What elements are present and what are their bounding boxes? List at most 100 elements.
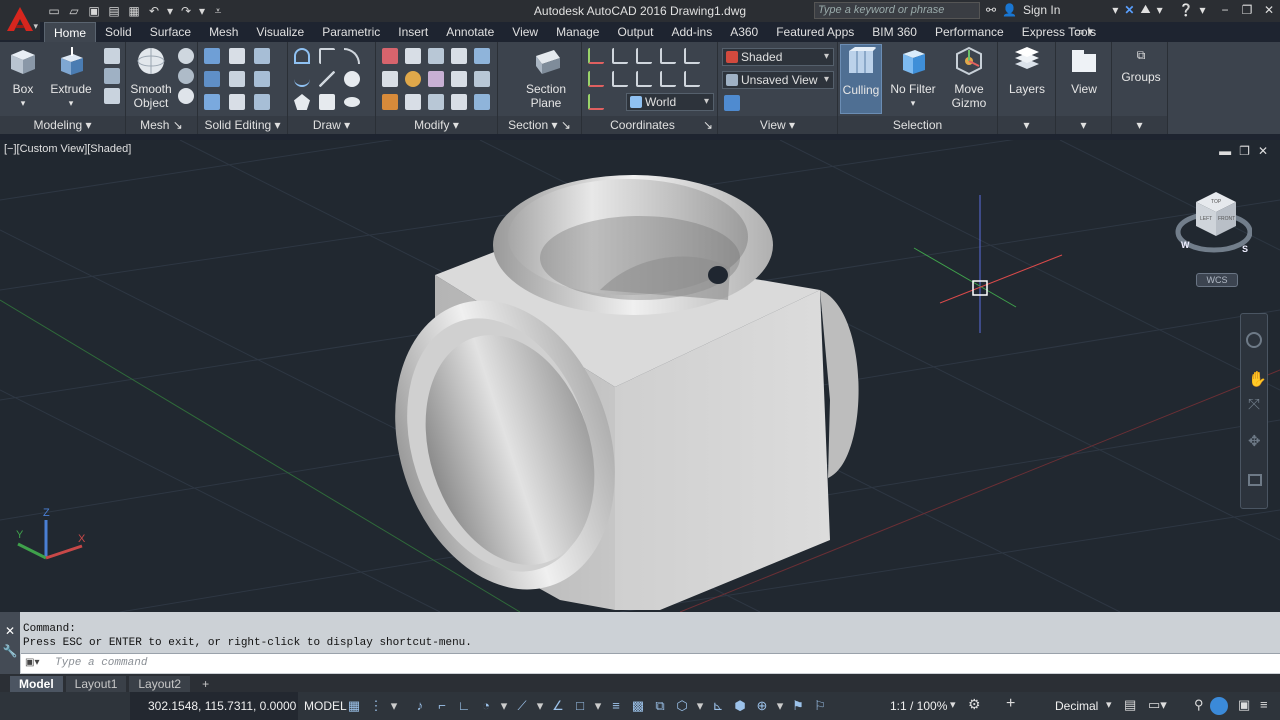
- restore-icon[interactable]: ❐: [1236, 0, 1258, 20]
- circle-icon[interactable]: [344, 71, 360, 87]
- fillet-icon[interactable]: [382, 71, 398, 87]
- save-icon[interactable]: ▣: [86, 3, 102, 19]
- help-icon[interactable]: ❔: [1179, 3, 1194, 17]
- ucs-x-icon[interactable]: [636, 71, 652, 87]
- add-layout-icon[interactable]: +: [193, 676, 218, 692]
- line-icon[interactable]: [319, 48, 335, 64]
- viewport-restore-icon[interactable]: ❐: [1239, 144, 1250, 158]
- tab-insert[interactable]: Insert: [389, 22, 437, 42]
- intersect-icon[interactable]: [204, 94, 220, 110]
- rectangle-icon[interactable]: [319, 94, 335, 110]
- command-line-grip[interactable]: ✕ 🔧: [0, 612, 20, 674]
- viewport-controls-label[interactable]: [−][Custom View][Shaded]: [4, 143, 131, 155]
- ucs-previous-icon[interactable]: [636, 48, 652, 64]
- undo-icon[interactable]: ↶: [146, 3, 162, 19]
- copy-icon[interactable]: [405, 48, 421, 64]
- subtract-icon[interactable]: [204, 71, 220, 87]
- save-as-icon[interactable]: ▤: [106, 3, 122, 19]
- section-panel-label[interactable]: Section ▾ ↘: [498, 116, 581, 134]
- lock-ui-icon[interactable]: ▭▾: [1148, 697, 1167, 713]
- tab-layout2[interactable]: Layout2: [129, 676, 191, 692]
- tab-annotate[interactable]: Annotate: [437, 22, 503, 42]
- ucs-face-icon[interactable]: [660, 48, 676, 64]
- groups-expand-icon[interactable]: ▾: [1112, 116, 1167, 134]
- snap-dropdown-icon[interactable]: ▾: [390, 698, 398, 714]
- ucs-y-icon[interactable]: [660, 71, 676, 87]
- help-dropdown-icon[interactable]: ▾: [1200, 3, 1206, 17]
- trim-icon[interactable]: [382, 48, 398, 64]
- 3d-move-icon[interactable]: [451, 48, 467, 64]
- move-gizmo-button[interactable]: Move Gizmo: [944, 46, 994, 110]
- solid-editing-panel-label[interactable]: Solid Editing ▾: [198, 116, 287, 134]
- union-icon[interactable]: [204, 48, 220, 64]
- section-plane-button[interactable]: Section Plane: [520, 46, 572, 110]
- model-space-toggle[interactable]: MODEL: [300, 692, 351, 720]
- binoculars-icon[interactable]: ⚯: [986, 3, 996, 17]
- customization-icon[interactable]: ≡: [1260, 697, 1268, 712]
- coordinates-panel-label[interactable]: Coordinates ↘: [582, 116, 717, 134]
- undo-dropdown-icon[interactable]: ▾: [166, 3, 174, 19]
- culling-button[interactable]: Culling: [840, 44, 882, 114]
- workspace-switching-icon[interactable]: ⚙: [968, 696, 981, 713]
- extrude-button[interactable]: Extrude ▾: [48, 46, 94, 110]
- dynamic-ucs-icon[interactable]: ⊾: [710, 698, 726, 714]
- offset-icon[interactable]: [405, 94, 421, 110]
- orbit-icon[interactable]: ✥: [1248, 432, 1261, 450]
- grid-icon[interactable]: ▦: [346, 698, 362, 714]
- application-menu-button[interactable]: ▾: [0, 0, 40, 40]
- infer-constraints-icon[interactable]: ♪: [412, 698, 428, 714]
- array-icon[interactable]: [474, 94, 490, 110]
- isodraft-icon[interactable]: ⟋: [514, 698, 530, 714]
- object-snap-tracking-icon[interactable]: ∠: [550, 698, 566, 714]
- clean-screen-icon[interactable]: ▣: [1238, 697, 1250, 713]
- move-icon[interactable]: [428, 48, 444, 64]
- visual-style-dropdown[interactable]: Shaded: [722, 48, 834, 66]
- ucs-world-icon[interactable]: [612, 48, 628, 64]
- dynamic-input-icon[interactable]: ⌐: [434, 698, 450, 714]
- snap-icon[interactable]: ⋮: [368, 698, 384, 714]
- 3d-rotate-icon[interactable]: [451, 71, 467, 87]
- 3d-object-snap-icon[interactable]: ⬡: [674, 698, 690, 714]
- ucs-object-icon[interactable]: [684, 48, 700, 64]
- tab-home[interactable]: Home: [44, 22, 97, 42]
- refine-mesh-icon[interactable]: [178, 88, 194, 104]
- tab-surface[interactable]: Surface: [141, 22, 200, 42]
- redo-dropdown-icon[interactable]: ▾: [198, 3, 206, 19]
- ray-icon[interactable]: [319, 71, 335, 87]
- open-file-icon[interactable]: ▱: [66, 3, 82, 19]
- viewport-minimize-icon[interactable]: ▬: [1219, 144, 1231, 158]
- groups-button[interactable]: ⧉ Groups: [1116, 46, 1166, 84]
- command-input[interactable]: ▣▾ Type a command: [21, 653, 1280, 673]
- tab-solid[interactable]: Solid: [96, 22, 141, 42]
- modeling-panel-label[interactable]: Modeling ▾: [0, 116, 125, 134]
- ucs-view-icon[interactable]: [612, 71, 628, 87]
- separate-icon[interactable]: [229, 94, 245, 110]
- search-input[interactable]: Type a keyword or phrase: [814, 2, 980, 19]
- tab-parametric[interactable]: Parametric: [313, 22, 389, 42]
- polysolid-icon[interactable]: [104, 48, 120, 64]
- tab-performance[interactable]: Performance: [926, 22, 1013, 42]
- customize-command-line-icon[interactable]: 🔧: [0, 644, 20, 658]
- a360-icon[interactable]: ⛰: [1140, 2, 1150, 17]
- ucs-z-icon[interactable]: [684, 71, 700, 87]
- smooth-more-icon[interactable]: [178, 48, 194, 64]
- annotation-visibility-icon[interactable]: ⚑: [790, 698, 806, 714]
- units-dropdown[interactable]: Decimal: [1055, 692, 1098, 720]
- polar-dropdown-icon[interactable]: ▾: [500, 698, 508, 714]
- polyline-icon[interactable]: [294, 48, 310, 64]
- quick-properties-icon[interactable]: ▤: [1124, 697, 1136, 713]
- minimize-icon[interactable]: −: [1214, 0, 1236, 20]
- tab-manage[interactable]: Manage: [547, 22, 608, 42]
- arc-icon[interactable]: [344, 48, 360, 64]
- tab-add-ins[interactable]: Add-ins: [663, 22, 722, 42]
- presspull-icon[interactable]: [104, 68, 120, 84]
- user-icon[interactable]: 👤: [1002, 3, 1017, 17]
- exchange-apps-icon[interactable]: ✕: [1124, 3, 1134, 17]
- extract-edges-icon[interactable]: [254, 48, 270, 64]
- 3d-osnap-dropdown-icon[interactable]: ▾: [696, 698, 704, 714]
- lineweight-icon[interactable]: ≡: [608, 698, 624, 714]
- layers-button[interactable]: Layers: [1006, 46, 1048, 96]
- tab-bim-360[interactable]: BIM 360: [863, 22, 926, 42]
- box-button[interactable]: Box ▾: [6, 46, 40, 110]
- shell-icon[interactable]: [104, 88, 120, 104]
